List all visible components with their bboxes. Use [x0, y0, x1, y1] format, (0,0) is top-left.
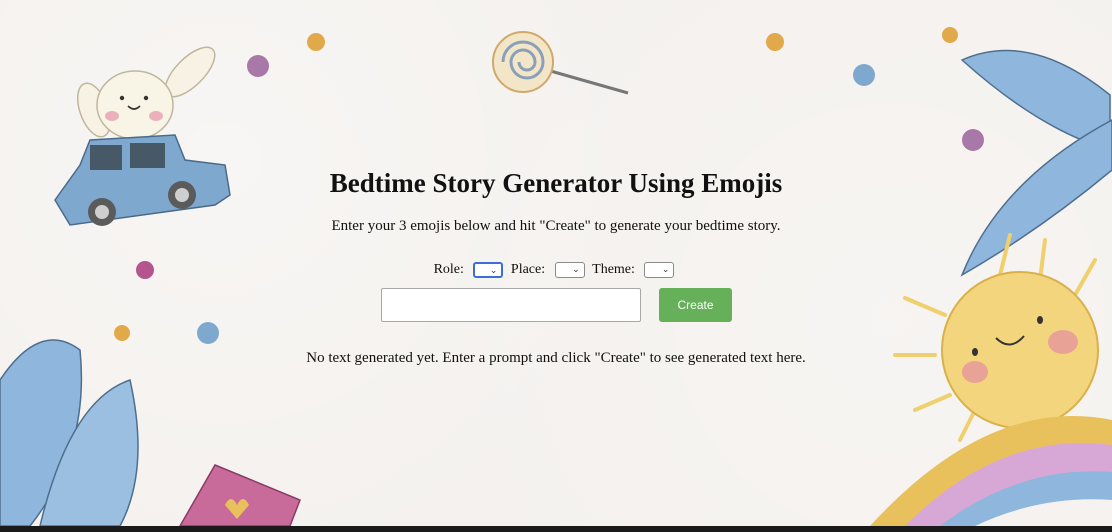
- instructions-text: Enter your 3 emojis below and hit "Creat…: [331, 218, 781, 234]
- create-button[interactable]: Create: [659, 288, 732, 322]
- generated-text-output: No text generated yet. Enter a prompt an…: [306, 350, 806, 366]
- theme-select[interactable]: ⌄: [644, 262, 675, 278]
- place-label: Place:: [510, 262, 546, 277]
- page-title: Bedtime Story Generator Using Emojis: [329, 168, 783, 198]
- emoji-selectors: Role: ⌄ Place: ⌄ Theme: ⌄: [0, 262, 1112, 278]
- chevron-down-icon: ⌄: [661, 265, 670, 275]
- role-select[interactable]: ⌄: [473, 262, 504, 278]
- role-label: Role:: [433, 262, 464, 277]
- place-select[interactable]: ⌄: [554, 262, 585, 278]
- chevron-down-icon: ⌄: [489, 266, 498, 276]
- chevron-down-icon: ⌄: [572, 265, 580, 275]
- main-content: Bedtime Story Generator Using Emojis Ent…: [0, 0, 1112, 532]
- prompt-input[interactable]: [381, 288, 641, 322]
- theme-label: Theme:: [592, 262, 635, 277]
